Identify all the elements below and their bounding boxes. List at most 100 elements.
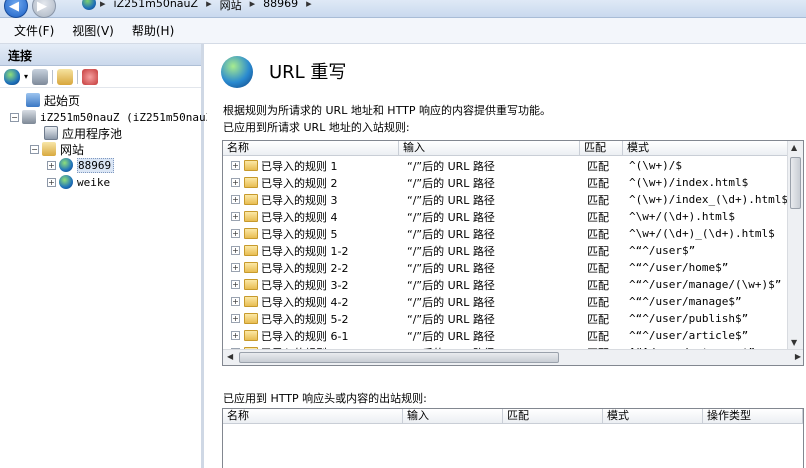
scroll-thumb[interactable] [239, 352, 559, 363]
expand-icon[interactable]: + [231, 195, 240, 204]
table-row[interactable]: + 已导入的规则 3-2 “/”后的 URL 路径 匹配 ^“^/user/manage… [223, 276, 793, 293]
back-button[interactable]: ◀ [4, 0, 28, 18]
column-header-input[interactable]: 输入 [403, 409, 503, 424]
table-row[interactable]: + 已导入的规则 4-2 “/”后的 URL 路径 匹配 ^“^/user/manage… [223, 293, 793, 310]
folder-icon [244, 228, 258, 239]
grid-header: 名称 输入 匹配 模式 [223, 141, 789, 156]
column-header-name[interactable]: 名称 [223, 409, 403, 424]
tree-item-server[interactable]: − iZ251m50nauZ (iZ251m50nauZ [10, 109, 212, 125]
collapse-icon[interactable]: − [10, 112, 19, 122]
forward-button[interactable]: ▶ [32, 0, 56, 18]
rule-name: 已导入的规则 6-1 [261, 329, 349, 343]
scroll-up-icon[interactable]: ▲ [791, 143, 797, 152]
address-bar: ◀ ▶ ▸ iZ251m50nauZ ▸ 网站 ▸ 88969 ▸ [0, 0, 806, 18]
up-folder-icon[interactable] [57, 68, 74, 85]
expand-icon[interactable]: + [47, 177, 56, 187]
column-header-match[interactable]: 匹配 [503, 409, 603, 424]
expand-icon[interactable]: + [231, 280, 240, 289]
tree-item-site-88969[interactable]: + 88969 [47, 157, 115, 173]
table-row[interactable]: + 已导入的规则 2-2 “/”后的 URL 路径 匹配 ^“^/user/home$” [223, 259, 793, 276]
folder-icon [244, 313, 258, 324]
rule-name: 已导入的规则 5 [261, 227, 338, 241]
scroll-right-icon[interactable]: ▶ [795, 352, 801, 361]
toolbar-separator [77, 69, 79, 84]
cell-pattern: ^“^/user$” [629, 244, 696, 257]
cell-name: + 已导入的规则 3 [223, 192, 399, 208]
expand-icon[interactable]: + [231, 246, 240, 255]
table-row[interactable]: + 已导入的规则 1-2 “/”后的 URL 路径 匹配 ^“^/user$” [223, 242, 793, 259]
table-row[interactable]: + 已导入的规则 6-1 “/”后的 URL 路径 匹配 ^“^/user/articl… [223, 327, 793, 344]
expand-icon[interactable]: + [231, 297, 240, 306]
vertical-scrollbar[interactable]: ▲ ▼ [787, 141, 803, 349]
table-row[interactable]: + 已导入的规则 4 “/”后的 URL 路径 匹配 ^\w+/(\d+).html$ [223, 208, 793, 225]
tree-item-app-pools[interactable]: 应用程序池 [44, 125, 122, 141]
folder-icon [244, 245, 258, 256]
table-row[interactable]: + 已导入的规则 5-2 “/”后的 URL 路径 匹配 ^“^/user/publis… [223, 310, 793, 327]
chevron-right-icon: ▸ [206, 0, 212, 10]
menu-file[interactable]: 文件(F) [14, 22, 54, 39]
rule-name: 已导入的规则 4 [261, 210, 338, 224]
table-row[interactable]: + 已导入的规则 3 “/”后的 URL 路径 匹配 ^(\w+)/index_(\d+… [223, 191, 793, 208]
disconnect-icon[interactable] [82, 68, 99, 85]
cell-match: 匹配 [587, 278, 609, 292]
cell-input: “/”后的 URL 路径 [407, 278, 495, 292]
horizontal-scrollbar[interactable]: ◀ ▶ [223, 349, 803, 365]
table-row[interactable]: + 已导入的规则 2 “/”后的 URL 路径 匹配 ^(\w+)/index.html… [223, 174, 793, 191]
cell-pattern: ^(\w+)/$ [629, 159, 682, 172]
tree-item-label: weike [77, 175, 111, 189]
rule-name: 已导入的规则 2-2 [261, 261, 349, 275]
rule-name: 已导入的规则 5-2 [261, 312, 349, 326]
expand-icon[interactable]: + [231, 161, 240, 170]
expand-icon[interactable]: + [231, 263, 240, 272]
expand-icon[interactable]: + [231, 178, 240, 187]
expand-icon[interactable]: + [231, 229, 240, 238]
expand-icon[interactable]: + [231, 331, 240, 340]
tree-item-sites[interactable]: − 网站 [30, 141, 84, 157]
expand-icon[interactable]: + [231, 212, 240, 221]
rule-name: 已导入的规则 2 [261, 176, 338, 190]
inbound-rows: + 已导入的规则 1 “/”后的 URL 路径 匹配 ^(\w+)/$ + 已导入的规则 2… [223, 157, 793, 361]
expand-icon[interactable]: + [231, 314, 240, 323]
save-icon[interactable] [32, 68, 49, 85]
globe-icon [82, 0, 96, 10]
cell-name: + 已导入的规则 4 [223, 209, 399, 225]
inbound-rules-grid[interactable]: 名称 输入 匹配 模式 + 已导入的规则 1 “/”后的 URL 路径 匹配 ^(\w+… [222, 140, 804, 366]
cell-match: 匹配 [587, 312, 609, 326]
collapse-icon[interactable]: − [30, 144, 39, 154]
column-header-pattern[interactable]: 模式 [623, 141, 789, 156]
column-header-action-type[interactable]: 操作类型 [703, 409, 803, 424]
breadcrumb-sites[interactable]: 网站 [220, 0, 242, 13]
column-header-pattern[interactable]: 模式 [603, 409, 703, 424]
scroll-left-icon[interactable]: ◀ [227, 352, 233, 361]
cell-match: 匹配 [587, 159, 609, 173]
table-row[interactable]: + 已导入的规则 5 “/”后的 URL 路径 匹配 ^\w+/(\d+)_(\d+).… [223, 225, 793, 242]
breadcrumb-server[interactable]: iZ251m50nauZ [114, 0, 199, 13]
cell-input: “/”后的 URL 路径 [407, 210, 495, 224]
outbound-rules-grid[interactable]: 名称 输入 匹配 模式 操作类型 [222, 408, 804, 468]
cell-name: + 已导入的规则 5-2 [223, 311, 399, 327]
column-header-input[interactable]: 输入 [399, 141, 580, 156]
column-header-name[interactable]: 名称 [223, 141, 399, 156]
folder-icon [244, 330, 258, 341]
tree-item-site-weike[interactable]: + weike [47, 174, 110, 190]
cell-match: 匹配 [587, 261, 609, 275]
rule-name: 已导入的规则 1 [261, 159, 338, 173]
chevron-right-icon: ▸ [306, 0, 312, 10]
menu-view[interactable]: 视图(V) [72, 22, 114, 39]
expand-icon[interactable]: + [47, 160, 56, 170]
column-header-match[interactable]: 匹配 [580, 141, 623, 156]
tree-item-label: 起始页 [44, 93, 81, 108]
menu-help[interactable]: 帮助(H) [132, 22, 174, 39]
cell-input: “/”后的 URL 路径 [407, 244, 495, 258]
tree-item-start-page[interactable]: 起始页 [26, 92, 80, 108]
scroll-thumb[interactable] [790, 157, 801, 209]
dropdown-arrow-icon[interactable]: ▾ [24, 72, 28, 81]
cell-match: 匹配 [587, 227, 609, 241]
scroll-down-icon[interactable]: ▼ [791, 338, 797, 347]
tree-item-label: 88969 [77, 157, 115, 173]
folder-icon [244, 211, 258, 222]
chevron-right-icon: ▸ [100, 0, 106, 10]
breadcrumb-site[interactable]: 88969 [263, 0, 298, 13]
table-row[interactable]: + 已导入的规则 1 “/”后的 URL 路径 匹配 ^(\w+)/$ [223, 157, 793, 174]
connect-globe-icon[interactable] [4, 68, 20, 85]
